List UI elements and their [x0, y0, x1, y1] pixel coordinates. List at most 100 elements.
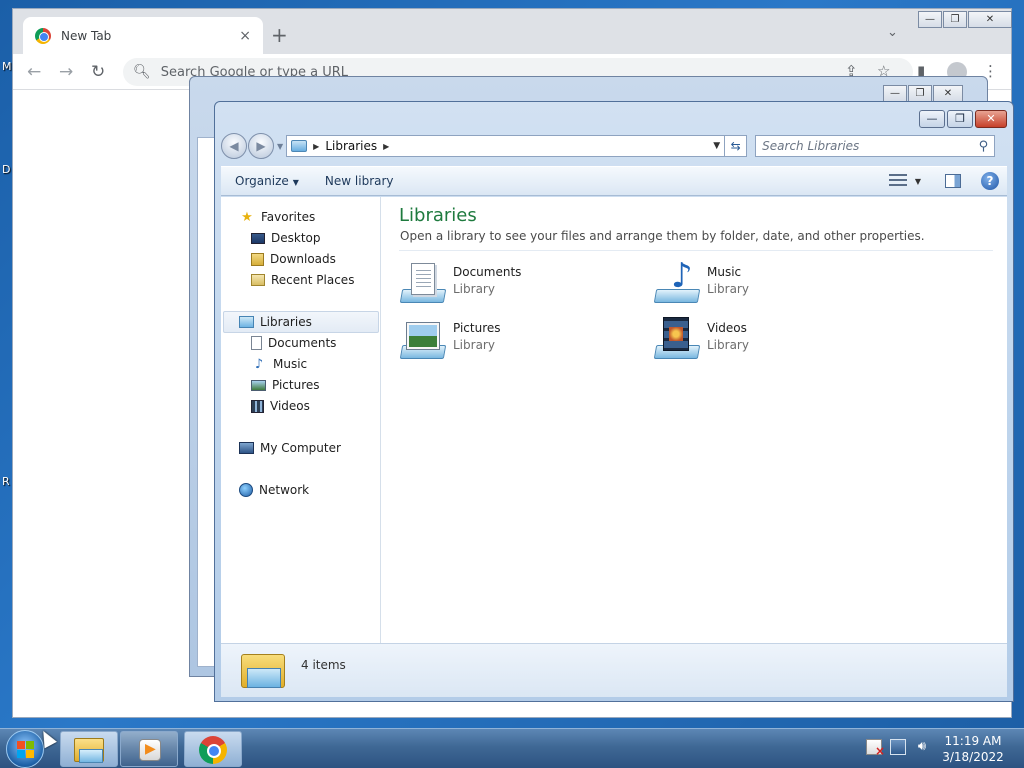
nav-label: Favorites [261, 210, 316, 224]
computer-icon [239, 442, 254, 454]
chrome-tab-new-tab[interactable]: New Tab × [23, 17, 263, 54]
nav-item-libraries[interactable]: Libraries [239, 312, 312, 332]
nav-item-videos[interactable]: Videos [251, 396, 310, 416]
system-tray: 🔊︎ [866, 739, 938, 759]
library-item-pictures[interactable]: Pictures Library [399, 315, 501, 363]
breadcrumb-arrow-icon[interactable]: ▶ [383, 142, 389, 151]
new-tab-button[interactable]: + [271, 23, 288, 47]
nav-label: Libraries [260, 315, 312, 329]
library-item-videos[interactable]: Videos Library [653, 315, 749, 363]
desktop-icon [251, 232, 265, 244]
nav-label: Pictures [272, 378, 320, 392]
maximize-button[interactable]: ❐ [943, 11, 967, 28]
minimize-button[interactable]: — [883, 85, 907, 102]
desktop-icon-label: M [2, 60, 12, 73]
breadcrumb-libraries[interactable]: Libraries [325, 139, 377, 153]
address-dropdown-icon[interactable]: ▼ [713, 141, 720, 151]
clock[interactable]: 11:19 AM 3/18/2022 [940, 733, 1006, 765]
forward-button[interactable]: ▶ [248, 133, 274, 159]
command-bar: Organize ▼ New library ▼ ? [221, 166, 1007, 196]
chrome-tabstrip: New Tab × + ⌄ — ❐ ✕ [13, 9, 1012, 54]
nav-item-desktop[interactable]: Desktop [251, 228, 321, 248]
breadcrumb-arrow-icon[interactable]: ▶ [313, 142, 319, 151]
close-button[interactable]: ✕ [933, 85, 963, 102]
preview-pane-icon[interactable] [945, 174, 961, 188]
help-icon[interactable]: ? [981, 172, 999, 190]
view-options-chevron-icon[interactable]: ▼ [915, 177, 921, 186]
chrome-icon [199, 736, 227, 764]
address-bar[interactable]: ▶ Libraries ▶ ▼ [286, 135, 726, 157]
nav-item-pictures[interactable]: Pictures [251, 375, 320, 395]
chrome-favicon-icon [35, 27, 51, 44]
nav-label: Recent Places [271, 273, 355, 287]
music-library-icon: ♪ [653, 259, 701, 307]
maximize-button[interactable]: ❐ [947, 110, 973, 128]
media-player-icon [139, 739, 161, 761]
library-item-music[interactable]: ♪ Music Library [653, 259, 749, 307]
nav-item-downloads[interactable]: Downloads [251, 249, 336, 269]
nav-item-my-computer[interactable]: My Computer [239, 438, 341, 458]
details-pane: 4 items [221, 643, 1007, 697]
search-icon[interactable]: ⚲ [979, 139, 989, 154]
tab-search-chevron-icon[interactable]: ⌄ [887, 25, 898, 40]
nav-label: My Computer [260, 441, 341, 455]
videos-icon [251, 399, 264, 413]
nav-label: Music [273, 357, 308, 371]
page-subtitle: Open a library to see your files and arr… [400, 229, 925, 243]
nav-item-documents[interactable]: Documents [251, 333, 336, 353]
library-type: Library [707, 338, 749, 352]
taskbar-chrome-button[interactable] [184, 731, 242, 767]
change-view-icon[interactable] [888, 174, 907, 188]
recent-pages-chevron-icon[interactable]: ▼ [277, 142, 283, 151]
library-name: Music [707, 265, 742, 279]
documents-library-icon [399, 259, 447, 307]
desktop-icon-label: R [2, 475, 10, 488]
back-arrow-icon[interactable]: ← [27, 62, 41, 82]
action-center-flag-icon[interactable] [866, 739, 885, 759]
search-input[interactable]: Search Libraries [762, 139, 978, 153]
minimize-button[interactable]: — [918, 11, 942, 28]
star-icon: ★ [241, 209, 253, 225]
close-button[interactable]: ✕ [968, 11, 1012, 28]
search-box[interactable]: Search Libraries ⚲ [755, 135, 996, 157]
maximize-button[interactable]: ❐ [908, 85, 932, 102]
bg-caption-buttons: — ❐ ✕ [882, 85, 963, 102]
library-name: Pictures [453, 321, 501, 335]
divider [399, 250, 993, 251]
new-library-button[interactable]: New library [311, 174, 406, 188]
taskbar: 🔊︎ 11:19 AM 3/18/2022 [0, 728, 1024, 768]
documents-icon [251, 336, 262, 350]
nav-label: Network [259, 483, 310, 497]
network-globe-icon [239, 483, 253, 497]
nav-item-network[interactable]: Network [239, 480, 309, 500]
library-name: Documents [453, 265, 522, 279]
back-button[interactable]: ◀ [221, 133, 247, 159]
item-count: 4 items [301, 658, 346, 672]
refresh-icon[interactable]: ⇆ [725, 135, 748, 157]
tab-close-icon[interactable]: × [239, 28, 251, 44]
downloads-icon [251, 252, 264, 266]
taskbar-explorer-button[interactable] [60, 731, 118, 767]
taskbar-media-player-button[interactable] [120, 731, 178, 767]
folder-icon [74, 738, 104, 763]
recent-places-icon [251, 274, 265, 286]
navigation-bar: ◀ ▶ ▼ ▶ Libraries ▶ ▼ ⇆ Search Libraries… [221, 132, 1007, 160]
library-item-documents[interactable]: Documents Library [399, 259, 521, 307]
close-button[interactable]: ✕ [975, 110, 1007, 128]
forward-arrow-icon[interactable]: → [59, 62, 73, 82]
volume-icon[interactable]: 🔊︎ [914, 739, 930, 755]
videos-library-icon [653, 315, 701, 363]
nav-label: Desktop [271, 231, 321, 245]
library-type: Library [707, 282, 749, 296]
clock-time: 11:19 AM [944, 734, 1002, 748]
organize-button[interactable]: Organize ▼ [221, 174, 311, 188]
reload-icon[interactable]: ↻ [91, 62, 105, 82]
network-status-icon[interactable] [890, 739, 906, 755]
desktop-icon-label: D [2, 163, 11, 176]
music-note-icon: ♪ [254, 356, 264, 372]
nav-item-music[interactable]: ♪ Music [251, 354, 307, 374]
nav-item-recent-places[interactable]: Recent Places [251, 270, 354, 290]
nav-label: Documents [268, 336, 337, 350]
nav-item-favorites[interactable]: ★ Favorites [239, 207, 315, 227]
minimize-button[interactable]: — [919, 110, 945, 128]
